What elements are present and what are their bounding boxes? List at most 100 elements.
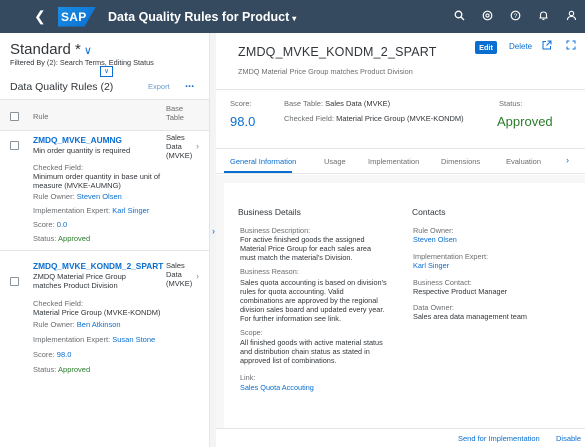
contacts-title: Contacts: [412, 207, 446, 217]
business-details-title: Business Details: [238, 207, 301, 217]
impl-expert-label: Implementation Expert:: [33, 206, 111, 215]
table-row[interactable]: ZMDQ_MVKE_KONDM_2_SPART ZMDQ Material Pr…: [0, 251, 209, 381]
back-icon[interactable]: ❮: [34, 0, 48, 33]
tab-dimensions[interactable]: Dimensions: [441, 157, 480, 166]
tab-implementation[interactable]: Implementation: [368, 157, 419, 166]
base-table-value: Sales Data (MVKE): [325, 99, 391, 108]
status-label: Status:: [33, 365, 57, 374]
row-checkbox[interactable]: [10, 141, 19, 150]
rule-status: Status: Approved: [33, 365, 203, 374]
disable-button[interactable]: Disable: [556, 434, 581, 443]
implementation-expert: Implementation Expert: Karl Singer: [33, 206, 203, 215]
rule-score: Score: 0.0: [33, 220, 203, 229]
business-reason-line: combinations are approved by the regiona…: [240, 296, 378, 305]
rule-base-table: Sales Data (MVKE): [166, 133, 193, 160]
copilot-icon[interactable]: [473, 10, 501, 24]
tab-bar: General Information Usage Implementation…: [216, 148, 585, 174]
contact-rule-owner-link[interactable]: Steven Olsen: [413, 235, 457, 244]
rule-owner-link[interactable]: Steven Olsen: [77, 192, 122, 201]
app-title-caret: ▾: [292, 13, 297, 23]
sap-logo[interactable]: SAP: [58, 6, 96, 27]
edit-button[interactable]: Edit: [475, 41, 497, 54]
rule-owner-link[interactable]: Ben Atkinson: [77, 320, 121, 329]
table-row[interactable]: ZMDQ_MVKE_AUMNG Min order quantity is re…: [0, 131, 209, 248]
checked-field: Checked Field: Minimum order quantity in …: [33, 163, 203, 190]
help-icon[interactable]: ?: [501, 10, 529, 24]
checked-field-label: Checked Field:: [33, 299, 84, 308]
rule-score: Score: 98.0: [33, 350, 203, 359]
row-checkbox[interactable]: [10, 277, 19, 286]
delete-button[interactable]: Delete: [509, 42, 532, 51]
rule-name[interactable]: ZMDQ_MVKE_AUMNG: [33, 135, 122, 145]
checked-field-label: Checked Field:: [284, 114, 335, 123]
status-value: Approved: [58, 365, 91, 374]
app-title[interactable]: Data Quality Rules for Product ▾: [108, 10, 296, 24]
sap-logo-text: SAP: [61, 9, 87, 24]
user-icon[interactable]: [557, 10, 585, 24]
tab-evaluation[interactable]: Evaluation: [506, 157, 541, 166]
variant-selector[interactable]: Standard * ∨: [10, 41, 92, 58]
tabs-overflow-icon[interactable]: ›: [566, 155, 569, 165]
rule-name[interactable]: ZMDQ_MVKE_KONDM_2_SPART: [33, 261, 163, 271]
checked-field-field: Checked Field: Material Price Group (MVK…: [284, 114, 464, 123]
rule-owner: Rule Owner: Ben Atkinson: [33, 320, 203, 329]
header-separator: [216, 89, 585, 90]
business-description-line: Material Price Group for each sales area: [240, 244, 371, 253]
selected-tab-indicator: [224, 171, 292, 173]
rule-owner-label: Rule Owner:: [33, 320, 75, 329]
implementation-expert: Implementation Expert: Susan Stone: [33, 335, 203, 344]
link-label: Link:: [240, 373, 256, 382]
data-owner-value: Sales area data management team: [413, 312, 527, 321]
impl-expert-link[interactable]: Karl Singer: [112, 206, 149, 215]
base-table-field: Base Table: Sales Data (MVKE): [284, 99, 390, 108]
score-value: 98.0: [230, 114, 256, 129]
contact-impl-expert-label: Implementation Expert:: [413, 252, 489, 261]
notifications-icon[interactable]: [529, 10, 557, 24]
more-button[interactable]: ...: [185, 78, 194, 90]
rule-status: Status: Approved: [33, 234, 203, 243]
impl-expert-link[interactable]: Susan Stone: [112, 335, 155, 344]
scope-label: Scope:: [240, 328, 263, 337]
general-information-card: Business Details Business Description: F…: [224, 183, 585, 443]
score-value: 98.0: [56, 350, 72, 359]
send-for-implementation-button[interactable]: Send for Implementation: [458, 434, 540, 443]
app-title-text: Data Quality Rules for Product: [108, 9, 290, 24]
business-reason-line: For further information see link.: [240, 314, 341, 323]
collapse-header-button[interactable]: ∨: [100, 66, 113, 77]
fullscreen-icon[interactable]: [566, 40, 576, 53]
list-title: Data Quality Rules (2): [10, 81, 114, 93]
row-navigation-icon[interactable]: ›: [196, 271, 199, 281]
select-all-checkbox[interactable]: [10, 112, 19, 121]
column-header-base-table: Base Table: [166, 104, 184, 122]
table-header: Rule Base Table: [0, 99, 209, 131]
impl-expert-label: Implementation Expert:: [33, 335, 111, 344]
rule-description: ZMDQ Material Price Group matches Produc…: [33, 272, 126, 290]
status-label: Status:: [33, 234, 57, 243]
sales-quota-link[interactable]: Sales Quota Accouting: [240, 383, 314, 392]
business-description-line: must match the material's Division.: [240, 253, 353, 262]
business-contact-label: Business Contact:: [413, 278, 472, 287]
search-icon[interactable]: [445, 10, 473, 24]
contact-impl-expert-link[interactable]: Karl Singer: [413, 261, 449, 270]
share-icon[interactable]: [542, 40, 552, 53]
variant-label: Standard *: [10, 41, 81, 58]
footer-toolbar: Send for Implementation Disable: [216, 428, 585, 447]
chevron-down-icon: ∨: [83, 45, 92, 57]
business-reason-label: Business Reason:: [240, 267, 299, 276]
business-contact-value: Respective Product Manager: [413, 287, 508, 296]
row-navigation-icon[interactable]: ›: [196, 141, 199, 151]
object-subtitle: ZMDQ Material Price Group matches Produc…: [238, 67, 413, 76]
tab-content: Business Details Business Description: F…: [216, 175, 585, 447]
rule-description: Min order quantity is required: [33, 146, 131, 155]
business-description-label: Business Description:: [240, 226, 311, 235]
score-label: Score:: [33, 350, 55, 359]
export-button[interactable]: Export: [148, 82, 170, 91]
column-header-rule: Rule: [33, 112, 49, 121]
business-reason-line: division sales board and updated every y…: [240, 305, 385, 314]
tab-usage[interactable]: Usage: [324, 157, 346, 166]
base-table-label: Base Table:: [284, 99, 324, 108]
expand-panel-icon[interactable]: ›: [212, 226, 215, 236]
scope-line: All finished goods with active material …: [240, 338, 383, 347]
tab-general-information[interactable]: General Information: [230, 157, 296, 166]
scope-line: and distribution chain status as stated …: [240, 347, 370, 356]
